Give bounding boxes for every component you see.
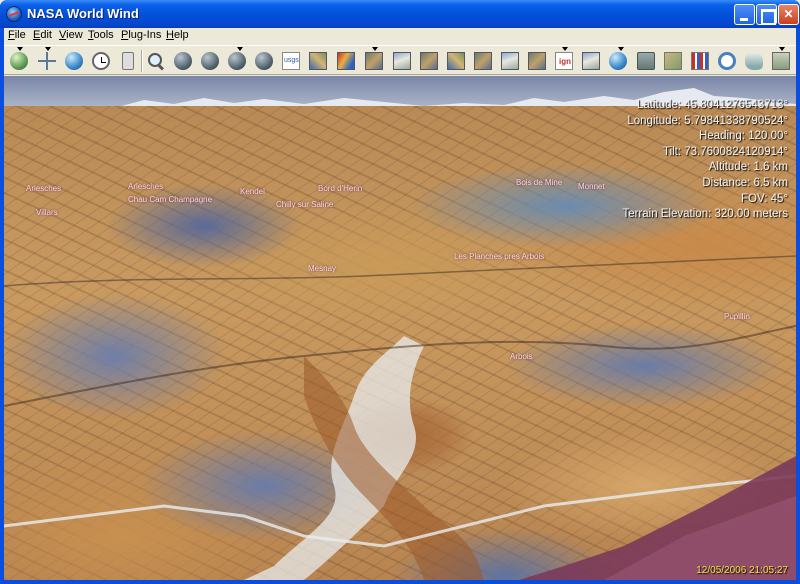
longitude-readout: Longitude: 5.79841338790524° [627, 114, 788, 127]
chart-icon[interactable] [689, 50, 711, 72]
menu-help-accel: H [166, 29, 174, 41]
camera-info-overlay: Latitude: 45.8041276543713° Longitude: 5… [622, 98, 788, 223]
globe-3d-view[interactable]: Arlesches Arlesches Chau Cam Champagne K… [4, 76, 796, 580]
maximize-button[interactable] [756, 4, 777, 25]
menu-bar: File Edit View Tools Plug-Ins Help [4, 28, 796, 44]
tilt-readout: Tilt: 73.7600824120914° [662, 145, 788, 158]
heading-readout: Heading: 120.00° [698, 130, 788, 143]
globe-moon-icon[interactable] [226, 47, 248, 72]
rings-icon[interactable] [716, 50, 738, 72]
placename-label: Bord d'Herin [318, 184, 363, 193]
globe-search-icon[interactable] [607, 47, 629, 72]
title-bar[interactable]: NASA World Wind ✕ [0, 0, 800, 28]
menu-tools-label: ools [93, 29, 114, 41]
placename-label: Arlesches [26, 184, 62, 193]
terrain-icon[interactable] [472, 50, 494, 72]
us-map-icon[interactable] [743, 50, 765, 72]
menu-help-label: elp [173, 29, 189, 41]
ign-icon[interactable] [553, 47, 575, 72]
relief-icon[interactable] [445, 50, 467, 72]
placename-label: Arlesches [128, 182, 164, 191]
phone-icon[interactable] [117, 50, 139, 72]
menu-view-label: iew [66, 29, 83, 41]
close-button[interactable]: ✕ [778, 4, 799, 25]
menu-plug-ins-label: lug-Ins [128, 29, 162, 41]
latitude-readout: Latitude: 45.8041276543713° [636, 99, 788, 111]
app-window: NASA World Wind ✕ File Edit View Tools P… [0, 0, 800, 584]
terrain-elevation-readout: Terrain Elevation: 320.00 meters [622, 208, 788, 221]
dark-globe-icon[interactable] [199, 50, 221, 72]
menu-tools[interactable]: Tools [88, 29, 114, 41]
placename-label: Mesnay [308, 264, 337, 273]
menu-file-label: ile [14, 29, 26, 41]
world-wind-app-icon[interactable] [6, 6, 22, 22]
menu-help[interactable]: Help [166, 29, 189, 41]
menu-plug-ins[interactable]: Plug-Ins [121, 29, 161, 41]
satellite-icon[interactable] [418, 50, 440, 72]
menu-edit[interactable]: Edit [33, 29, 52, 41]
placename-label: Kendel [240, 187, 265, 196]
toolbox-icon[interactable] [635, 50, 657, 72]
placename-label: Villars [36, 208, 58, 217]
help-icon[interactable] [770, 47, 792, 72]
placename-label: Pupillin [724, 312, 750, 321]
distance-readout: Distance: 6.5 km [702, 176, 788, 189]
client-area: File Edit View Tools Plug-Ins Help usgs … [4, 28, 796, 580]
menu-view[interactable]: View [59, 29, 83, 41]
gray-globe-icon[interactable] [172, 50, 194, 72]
placename-label: Arbois [510, 352, 533, 361]
usgs-icon[interactable] [280, 50, 302, 72]
elevation-icon[interactable] [499, 50, 521, 72]
geology-icon[interactable] [526, 50, 548, 72]
placename-label: Les Planches pres Arbois [454, 252, 545, 261]
overlay-icon[interactable] [580, 50, 602, 72]
landsat-icon[interactable] [307, 50, 329, 72]
placename-label: Chau Cam Champagne [128, 195, 213, 204]
minimize-button[interactable] [734, 4, 755, 25]
blue-globe-icon[interactable] [63, 50, 85, 72]
menu-edit-label: dit [40, 29, 52, 41]
crosshair-icon[interactable] [36, 47, 58, 72]
placename-label: Monnet [578, 182, 605, 191]
heat-map-icon[interactable] [335, 50, 357, 72]
placename-label: Bois de Mine [516, 178, 563, 187]
clock-icon[interactable] [90, 50, 112, 72]
toolbar-separator [141, 50, 143, 72]
placename-label: Chilly sur Saline [276, 200, 334, 209]
layers-globe-icon[interactable] [8, 47, 30, 72]
search-icon[interactable] [145, 50, 167, 72]
toolbar [4, 45, 796, 75]
altitude-readout: Altitude: 1.6 km [708, 161, 788, 174]
fov-readout: FOV: 45° [741, 192, 788, 205]
menu-file-accel: F [8, 29, 15, 41]
topo-map-icon[interactable] [363, 47, 385, 72]
datetime-readout: 12/05/2006 21:05:27 [696, 565, 788, 576]
aerial-icon[interactable] [391, 50, 413, 72]
menu-file[interactable]: File [8, 29, 26, 41]
dark-globe-small-icon[interactable] [253, 50, 275, 72]
map-icon[interactable] [662, 50, 684, 72]
window-title: NASA World Wind [27, 6, 139, 21]
